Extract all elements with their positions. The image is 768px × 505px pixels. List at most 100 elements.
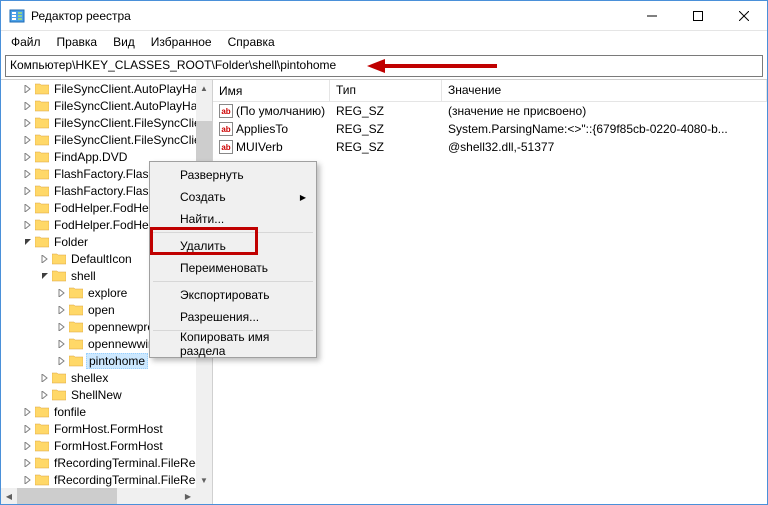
tree-expand-icon[interactable] — [22, 202, 34, 214]
tree-expand-icon[interactable] — [22, 151, 34, 163]
tree-expand-icon[interactable] — [56, 287, 68, 299]
tree-item[interactable]: FileSyncClient.FileSyncClient — [1, 131, 196, 148]
tree-expand-icon[interactable] — [22, 168, 34, 180]
column-header-type[interactable]: Тип — [330, 80, 442, 101]
column-header-name[interactable]: Имя — [213, 80, 330, 101]
tree-scrollbar-horizontal[interactable]: ◀ ▶ — [1, 488, 196, 504]
tree-item[interactable]: fonfile — [1, 403, 196, 420]
tree-item-label: explore — [86, 286, 129, 300]
list-row[interactable]: abAppliesToREG_SZSystem.ParsingName:<>":… — [213, 120, 767, 138]
folder-icon — [35, 236, 49, 248]
folder-icon — [52, 372, 66, 384]
value-name: AppliesTo — [236, 122, 288, 136]
value-data: @shell32.dll,-51377 — [442, 140, 767, 154]
tree-expand-icon[interactable] — [56, 355, 68, 367]
scroll-thumb-horizontal[interactable] — [17, 488, 117, 504]
tree-item-label: fRecordingTerminal.FileRecording — [52, 473, 196, 487]
context-menu-item[interactable]: Развернуть — [152, 164, 314, 186]
tree-expand-icon[interactable] — [22, 440, 34, 452]
tree-expand-icon[interactable] — [22, 83, 34, 95]
tree-expand-icon[interactable] — [22, 406, 34, 418]
tree-item-label: FileSyncClient.FileSyncClient — [52, 116, 196, 130]
tree-expand-icon[interactable] — [22, 457, 34, 469]
tree-item[interactable]: FileSyncClient.AutoPlayHandler — [1, 80, 196, 97]
menu-help[interactable]: Справка — [220, 33, 283, 51]
folder-icon — [69, 321, 83, 333]
folder-icon — [35, 151, 49, 163]
scrollbar-corner — [196, 488, 212, 504]
folder-icon — [35, 134, 49, 146]
tree-expand-icon[interactable] — [39, 389, 51, 401]
tree-item[interactable]: fRecordingTerminal.FileRecording — [1, 454, 196, 471]
tree-item-label: fonfile — [52, 405, 88, 419]
close-button[interactable] — [721, 1, 767, 30]
list-row[interactable]: ab(По умолчанию)REG_SZ(значение не присв… — [213, 102, 767, 120]
tree-item-label: ShellNew — [69, 388, 124, 402]
tree-expand-icon[interactable] — [22, 134, 34, 146]
tree-item-label: FindApp.DVD — [52, 150, 129, 164]
context-menu-item[interactable]: Найти... — [152, 208, 314, 230]
tree-collapse-icon[interactable] — [39, 270, 51, 282]
context-menu-item[interactable]: Создать▶ — [152, 186, 314, 208]
maximize-button[interactable] — [675, 1, 721, 30]
list-body[interactable]: ab(По умолчанию)REG_SZ(значение не присв… — [213, 102, 767, 156]
regedit-window: Редактор реестра Файл Правка Вид Избранн… — [0, 0, 768, 505]
tree-item[interactable]: FileSyncClient.FileSyncClient — [1, 114, 196, 131]
value-name: MUIVerb — [236, 140, 283, 154]
string-value-icon: ab — [219, 104, 233, 118]
menu-favorites[interactable]: Избранное — [143, 33, 220, 51]
value-type: REG_SZ — [330, 140, 442, 154]
tree-item[interactable]: fRecordingTerminal.FileRecording — [1, 471, 196, 488]
tree-expand-icon[interactable] — [22, 117, 34, 129]
context-menu-item[interactable]: Переименовать — [152, 257, 314, 279]
addressbar[interactable] — [5, 55, 763, 77]
submenu-arrow-icon: ▶ — [300, 193, 306, 202]
column-header-value[interactable]: Значение — [442, 80, 767, 101]
folder-icon — [69, 304, 83, 316]
tree-item-label: FileSyncClient.AutoPlayHandler — [52, 82, 196, 96]
context-menu-item[interactable]: Копировать имя раздела — [152, 333, 314, 355]
scroll-down-button[interactable]: ▼ — [196, 472, 212, 488]
tree-item[interactable]: FormHost.FormHost — [1, 420, 196, 437]
menu-edit[interactable]: Правка — [49, 33, 106, 51]
tree-expand-icon[interactable] — [39, 372, 51, 384]
menu-file[interactable]: Файл — [3, 33, 49, 51]
tree-expand-icon[interactable] — [22, 474, 34, 486]
scroll-left-button[interactable]: ◀ — [1, 488, 17, 504]
addressbar-input[interactable] — [10, 58, 758, 72]
scroll-up-button[interactable]: ▲ — [196, 80, 212, 96]
folder-icon — [35, 423, 49, 435]
folder-icon — [35, 117, 49, 129]
scroll-right-button[interactable]: ▶ — [180, 488, 196, 504]
value-type: REG_SZ — [330, 122, 442, 136]
close-icon — [739, 11, 749, 21]
context-menu-item[interactable]: Удалить — [152, 235, 314, 257]
context-menu-item[interactable]: Экспортировать — [152, 284, 314, 306]
tree-expand-icon[interactable] — [22, 100, 34, 112]
tree-item-label: pintohome — [86, 353, 148, 369]
tree-expand-icon[interactable] — [56, 321, 68, 333]
tree-item-label: Folder — [52, 235, 90, 249]
context-menu-separator — [153, 281, 313, 282]
tree-expand-icon[interactable] — [39, 253, 51, 265]
titlebar: Редактор реестра — [1, 1, 767, 31]
tree-item[interactable]: shellex — [1, 369, 196, 386]
folder-icon — [35, 83, 49, 95]
tree-expand-icon[interactable] — [56, 304, 68, 316]
folder-icon — [35, 474, 49, 486]
minimize-button[interactable] — [629, 1, 675, 30]
folder-icon — [52, 270, 66, 282]
tree-item[interactable]: FormHost.FormHost — [1, 437, 196, 454]
tree-expand-icon[interactable] — [22, 423, 34, 435]
context-menu-item[interactable]: Разрешения... — [152, 306, 314, 328]
tree-item[interactable]: FileSyncClient.AutoPlayHandler — [1, 97, 196, 114]
tree-item[interactable]: ShellNew — [1, 386, 196, 403]
tree-expand-icon[interactable] — [56, 338, 68, 350]
value-type: REG_SZ — [330, 104, 442, 118]
string-value-icon: ab — [219, 122, 233, 136]
tree-expand-icon[interactable] — [22, 219, 34, 231]
tree-expand-icon[interactable] — [22, 185, 34, 197]
tree-collapse-icon[interactable] — [22, 236, 34, 248]
menu-view[interactable]: Вид — [105, 33, 143, 51]
list-row[interactable]: abMUIVerbREG_SZ@shell32.dll,-51377 — [213, 138, 767, 156]
